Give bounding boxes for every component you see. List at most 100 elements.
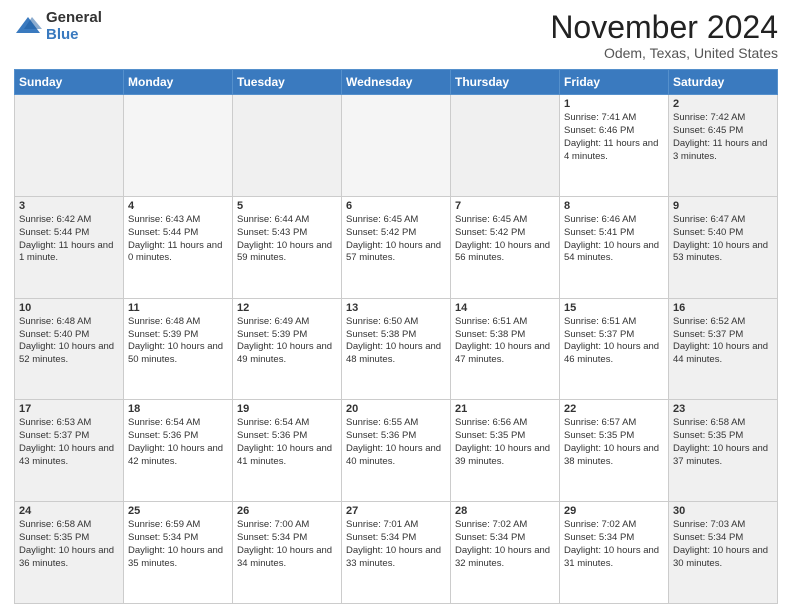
day-info: Sunrise: 6:44 AMSunset: 5:43 PMDaylight:… [237, 214, 337, 265]
day-info: Sunrise: 6:48 AMSunset: 5:40 PMDaylight:… [19, 316, 119, 367]
day-info: Sunrise: 6:45 AMSunset: 5:42 PMDaylight:… [455, 214, 555, 265]
day-info: Sunrise: 6:53 AMSunset: 5:37 PMDaylight:… [19, 417, 119, 468]
header: General Blue November 2024 Odem, Texas, … [14, 10, 778, 61]
day-cell: 4 Sunrise: 6:43 AMSunset: 5:44 PMDaylight… [124, 196, 233, 298]
logo-text: General Blue [46, 10, 102, 43]
day-cell: 11 Sunrise: 6:48 AMSunset: 5:39 PMDayligh… [124, 298, 233, 400]
day-info: Sunrise: 6:47 AMSunset: 5:40 PMDaylight:… [673, 214, 773, 265]
day-cell [233, 95, 342, 197]
day-number: 1 [564, 98, 664, 110]
week-row-2: 10 Sunrise: 6:48 AMSunset: 5:40 PMDayligh… [15, 298, 778, 400]
day-number: 14 [455, 302, 555, 314]
day-info: Sunrise: 6:58 AMSunset: 5:35 PMDaylight:… [673, 417, 773, 468]
day-info: Sunrise: 6:51 AMSunset: 5:38 PMDaylight:… [455, 316, 555, 367]
day-info: Sunrise: 6:43 AMSunset: 5:44 PMDaylight:… [128, 214, 228, 265]
day-number: 11 [128, 302, 228, 314]
day-info: Sunrise: 6:45 AMSunset: 5:42 PMDaylight:… [346, 214, 446, 265]
day-cell: 8 Sunrise: 6:46 AMSunset: 5:41 PMDaylight… [560, 196, 669, 298]
day-info: Sunrise: 6:54 AMSunset: 5:36 PMDaylight:… [237, 417, 337, 468]
calendar-table: SundayMondayTuesdayWednesdayThursdayFrid… [14, 69, 778, 604]
day-info: Sunrise: 6:48 AMSunset: 5:39 PMDaylight:… [128, 316, 228, 367]
week-row-4: 24 Sunrise: 6:58 AMSunset: 5:35 PMDayligh… [15, 502, 778, 604]
day-info: Sunrise: 6:51 AMSunset: 5:37 PMDaylight:… [564, 316, 664, 367]
day-number: 2 [673, 98, 773, 110]
title-block: November 2024 Odem, Texas, United States [550, 10, 778, 61]
day-cell: 14 Sunrise: 6:51 AMSunset: 5:38 PMDayligh… [451, 298, 560, 400]
month-title: November 2024 [550, 10, 778, 45]
day-number: 6 [346, 200, 446, 212]
day-cell: 24 Sunrise: 6:58 AMSunset: 5:35 PMDayligh… [15, 502, 124, 604]
day-number: 25 [128, 505, 228, 517]
day-number: 19 [237, 403, 337, 415]
day-info: Sunrise: 7:41 AMSunset: 6:46 PMDaylight:… [564, 112, 664, 163]
day-cell: 1 Sunrise: 7:41 AMSunset: 6:46 PMDaylight… [560, 95, 669, 197]
day-info: Sunrise: 7:00 AMSunset: 5:34 PMDaylight:… [237, 519, 337, 570]
day-cell [342, 95, 451, 197]
day-number: 9 [673, 200, 773, 212]
day-number: 13 [346, 302, 446, 314]
day-info: Sunrise: 7:02 AMSunset: 5:34 PMDaylight:… [455, 519, 555, 570]
weekday-header-tuesday: Tuesday [233, 70, 342, 95]
day-info: Sunrise: 7:02 AMSunset: 5:34 PMDaylight:… [564, 519, 664, 570]
day-cell: 7 Sunrise: 6:45 AMSunset: 5:42 PMDaylight… [451, 196, 560, 298]
day-info: Sunrise: 6:55 AMSunset: 5:36 PMDaylight:… [346, 417, 446, 468]
day-number: 29 [564, 505, 664, 517]
logo: General Blue [14, 10, 102, 43]
day-number: 18 [128, 403, 228, 415]
day-number: 8 [564, 200, 664, 212]
day-number: 7 [455, 200, 555, 212]
day-info: Sunrise: 6:46 AMSunset: 5:41 PMDaylight:… [564, 214, 664, 265]
day-cell: 16Sunrise: 6:52 AMSunset: 5:37 PMDayligh… [669, 298, 778, 400]
day-number: 23 [673, 403, 773, 415]
week-row-1: 3Sunrise: 6:42 AMSunset: 5:44 PMDaylight… [15, 196, 778, 298]
day-number: 17 [19, 403, 119, 415]
day-cell: 9 Sunrise: 6:47 AMSunset: 5:40 PMDaylight… [669, 196, 778, 298]
day-info: Sunrise: 6:57 AMSunset: 5:35 PMDaylight:… [564, 417, 664, 468]
day-number: 26 [237, 505, 337, 517]
day-cell: 18 Sunrise: 6:54 AMSunset: 5:36 PMDayligh… [124, 400, 233, 502]
day-number: 27 [346, 505, 446, 517]
page: General Blue November 2024 Odem, Texas, … [0, 0, 792, 612]
day-info: Sunrise: 6:50 AMSunset: 5:38 PMDaylight:… [346, 316, 446, 367]
day-cell: 28 Sunrise: 7:02 AMSunset: 5:34 PMDayligh… [451, 502, 560, 604]
day-cell: 13 Sunrise: 6:50 AMSunset: 5:38 PMDayligh… [342, 298, 451, 400]
day-number: 15 [564, 302, 664, 314]
day-cell: 6 Sunrise: 6:45 AMSunset: 5:42 PMDaylight… [342, 196, 451, 298]
day-cell: 12 Sunrise: 6:49 AMSunset: 5:39 PMDayligh… [233, 298, 342, 400]
day-cell: 25 Sunrise: 6:59 AMSunset: 5:34 PMDayligh… [124, 502, 233, 604]
day-info: Sunrise: 7:42 AMSunset: 6:45 PMDaylight:… [673, 112, 773, 163]
day-cell [124, 95, 233, 197]
day-number: 24 [19, 505, 119, 517]
weekday-header-wednesday: Wednesday [342, 70, 451, 95]
weekday-header-saturday: Saturday [669, 70, 778, 95]
day-cell: 19 Sunrise: 6:54 AMSunset: 5:36 PMDayligh… [233, 400, 342, 502]
day-cell: 17 Sunrise: 6:53 AMSunset: 5:37 PMDayligh… [15, 400, 124, 502]
day-info: Sunrise: 6:52 AMSunset: 5:37 PMDaylight:… [673, 316, 773, 367]
day-number: 12 [237, 302, 337, 314]
weekday-header-monday: Monday [124, 70, 233, 95]
day-cell: 23 Sunrise: 6:58 AMSunset: 5:35 PMDayligh… [669, 400, 778, 502]
day-cell: 2 Sunrise: 7:42 AMSunset: 6:45 PMDaylight… [669, 95, 778, 197]
day-number: 5 [237, 200, 337, 212]
day-number: 22 [564, 403, 664, 415]
day-info: Sunrise: 6:56 AMSunset: 5:35 PMDaylight:… [455, 417, 555, 468]
day-cell: 26 Sunrise: 7:00 AMSunset: 5:34 PMDayligh… [233, 502, 342, 604]
day-number: 4 [128, 200, 228, 212]
day-number: 28 [455, 505, 555, 517]
day-cell: 20Sunrise: 6:55 AMSunset: 5:36 PMDayligh… [342, 400, 451, 502]
day-number: 21 [455, 403, 555, 415]
day-info: Sunrise: 6:42 AMSunset: 5:44 PMDaylight:… [19, 214, 119, 265]
day-info: Sunrise: 6:59 AMSunset: 5:34 PMDaylight:… [128, 519, 228, 570]
day-info: Sunrise: 6:58 AMSunset: 5:35 PMDaylight:… [19, 519, 119, 570]
weekday-header-sunday: Sunday [15, 70, 124, 95]
day-info: Sunrise: 6:54 AMSunset: 5:36 PMDaylight:… [128, 417, 228, 468]
day-cell: 22 Sunrise: 6:57 AMSunset: 5:35 PMDayligh… [560, 400, 669, 502]
day-cell: 5 Sunrise: 6:44 AMSunset: 5:43 PMDaylight… [233, 196, 342, 298]
day-info: Sunrise: 7:03 AMSunset: 5:34 PMDaylight:… [673, 519, 773, 570]
day-number: 10 [19, 302, 119, 314]
week-row-0: 1 Sunrise: 7:41 AMSunset: 6:46 PMDaylight… [15, 95, 778, 197]
day-info: Sunrise: 6:49 AMSunset: 5:39 PMDaylight:… [237, 316, 337, 367]
day-cell: 29 Sunrise: 7:02 AMSunset: 5:34 PMDayligh… [560, 502, 669, 604]
weekday-header-thursday: Thursday [451, 70, 560, 95]
day-cell: 3Sunrise: 6:42 AMSunset: 5:44 PMDaylight… [15, 196, 124, 298]
